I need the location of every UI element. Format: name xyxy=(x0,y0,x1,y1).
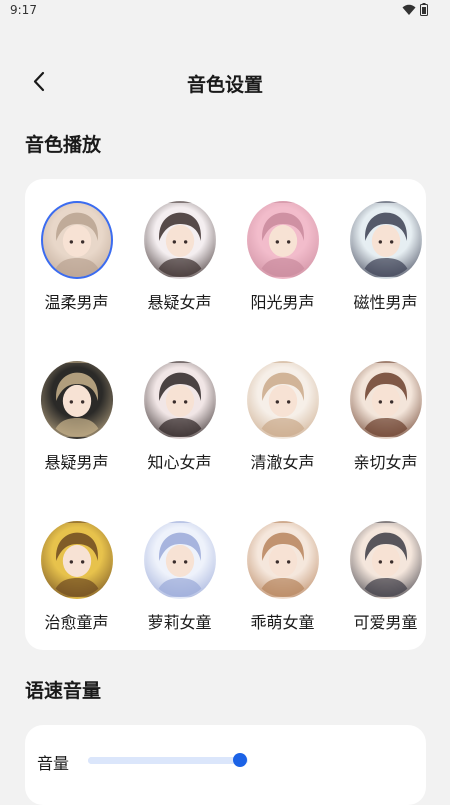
portrait-icon xyxy=(51,212,102,277)
voice-item[interactable]: 可爱男童 xyxy=(334,521,437,681)
portrait-icon xyxy=(257,212,308,277)
voice-label: 乖萌女童 xyxy=(250,613,315,632)
voice-item[interactable]: 知心女声 xyxy=(128,361,231,521)
voice-section-title: 音色播放 xyxy=(25,134,102,156)
voice-item[interactable]: 温柔男声 xyxy=(25,201,128,361)
voice-item[interactable]: 阳光男声 xyxy=(231,201,334,361)
voice-avatar xyxy=(40,361,113,439)
volume-slider[interactable] xyxy=(88,753,248,767)
portrait-icon xyxy=(360,532,411,597)
portrait-icon xyxy=(360,372,411,437)
voice-label: 可爱男童 xyxy=(353,613,418,632)
portrait-icon xyxy=(360,212,411,277)
voice-label: 知心女声 xyxy=(147,453,212,472)
voice-label: 阳光男声 xyxy=(250,293,315,312)
status-time: 9:17 xyxy=(10,3,37,17)
portrait-icon xyxy=(154,372,205,437)
voice-avatar xyxy=(246,361,319,439)
volume-fill xyxy=(88,757,240,764)
voice-grid: 温柔男声 悬疑女声 阳光男声 磁性男声悬疑男声 知心女声 清澈女声 亲切女声治愈童声 萝莉女童… xyxy=(25,201,426,681)
voice-label: 治愈童声 xyxy=(44,613,109,632)
voice-label: 磁性男声 xyxy=(353,293,418,312)
portrait-icon xyxy=(257,532,308,597)
voice-avatar xyxy=(40,521,113,599)
voice-item[interactable]: 治愈童声 xyxy=(25,521,128,681)
status-bar: 9:17 xyxy=(0,0,450,22)
voice-avatar xyxy=(143,361,216,439)
portrait-icon xyxy=(51,372,102,437)
voice-item[interactable]: 悬疑女声 xyxy=(128,201,231,361)
portrait-icon xyxy=(257,372,308,437)
voice-avatar xyxy=(349,521,422,599)
voice-card: 温柔男声 悬疑女声 阳光男声 磁性男声悬疑男声 知心女声 清澈女声 亲切女声治愈童声 萝莉女童… xyxy=(25,179,426,650)
voice-label: 清澈女声 xyxy=(250,453,315,472)
portrait-icon xyxy=(154,532,205,597)
voice-item[interactable]: 亲切女声 xyxy=(334,361,437,521)
app-bar: 音色设置 xyxy=(0,60,450,104)
voice-label: 萝莉女童 xyxy=(147,613,212,632)
battery-icon xyxy=(420,3,428,16)
volume-thumb[interactable] xyxy=(233,753,247,767)
status-icons xyxy=(402,3,428,16)
voice-label: 温柔男声 xyxy=(44,293,109,312)
voice-label: 悬疑男声 xyxy=(44,453,109,472)
page-title: 音色设置 xyxy=(186,74,263,96)
voice-avatar xyxy=(143,201,216,279)
wifi-icon xyxy=(402,4,416,15)
voice-avatar xyxy=(143,521,216,599)
volume-card: 音量 xyxy=(25,725,426,805)
speed-section-title: 语速音量 xyxy=(25,680,102,702)
voice-avatar xyxy=(40,201,113,279)
voice-label: 悬疑女声 xyxy=(147,293,212,312)
voice-item[interactable]: 清澈女声 xyxy=(231,361,334,521)
voice-avatar xyxy=(246,521,319,599)
voice-label: 亲切女声 xyxy=(353,453,418,472)
voice-avatar xyxy=(246,201,319,279)
portrait-icon xyxy=(51,532,102,597)
voice-item[interactable]: 悬疑男声 xyxy=(25,361,128,521)
voice-item[interactable]: 萝莉女童 xyxy=(128,521,231,681)
voice-avatar xyxy=(349,361,422,439)
voice-item[interactable]: 乖萌女童 xyxy=(231,521,334,681)
volume-label: 音量 xyxy=(37,754,70,773)
voice-avatar xyxy=(349,201,422,279)
portrait-icon xyxy=(154,212,205,277)
voice-item[interactable]: 磁性男声 xyxy=(334,201,437,361)
